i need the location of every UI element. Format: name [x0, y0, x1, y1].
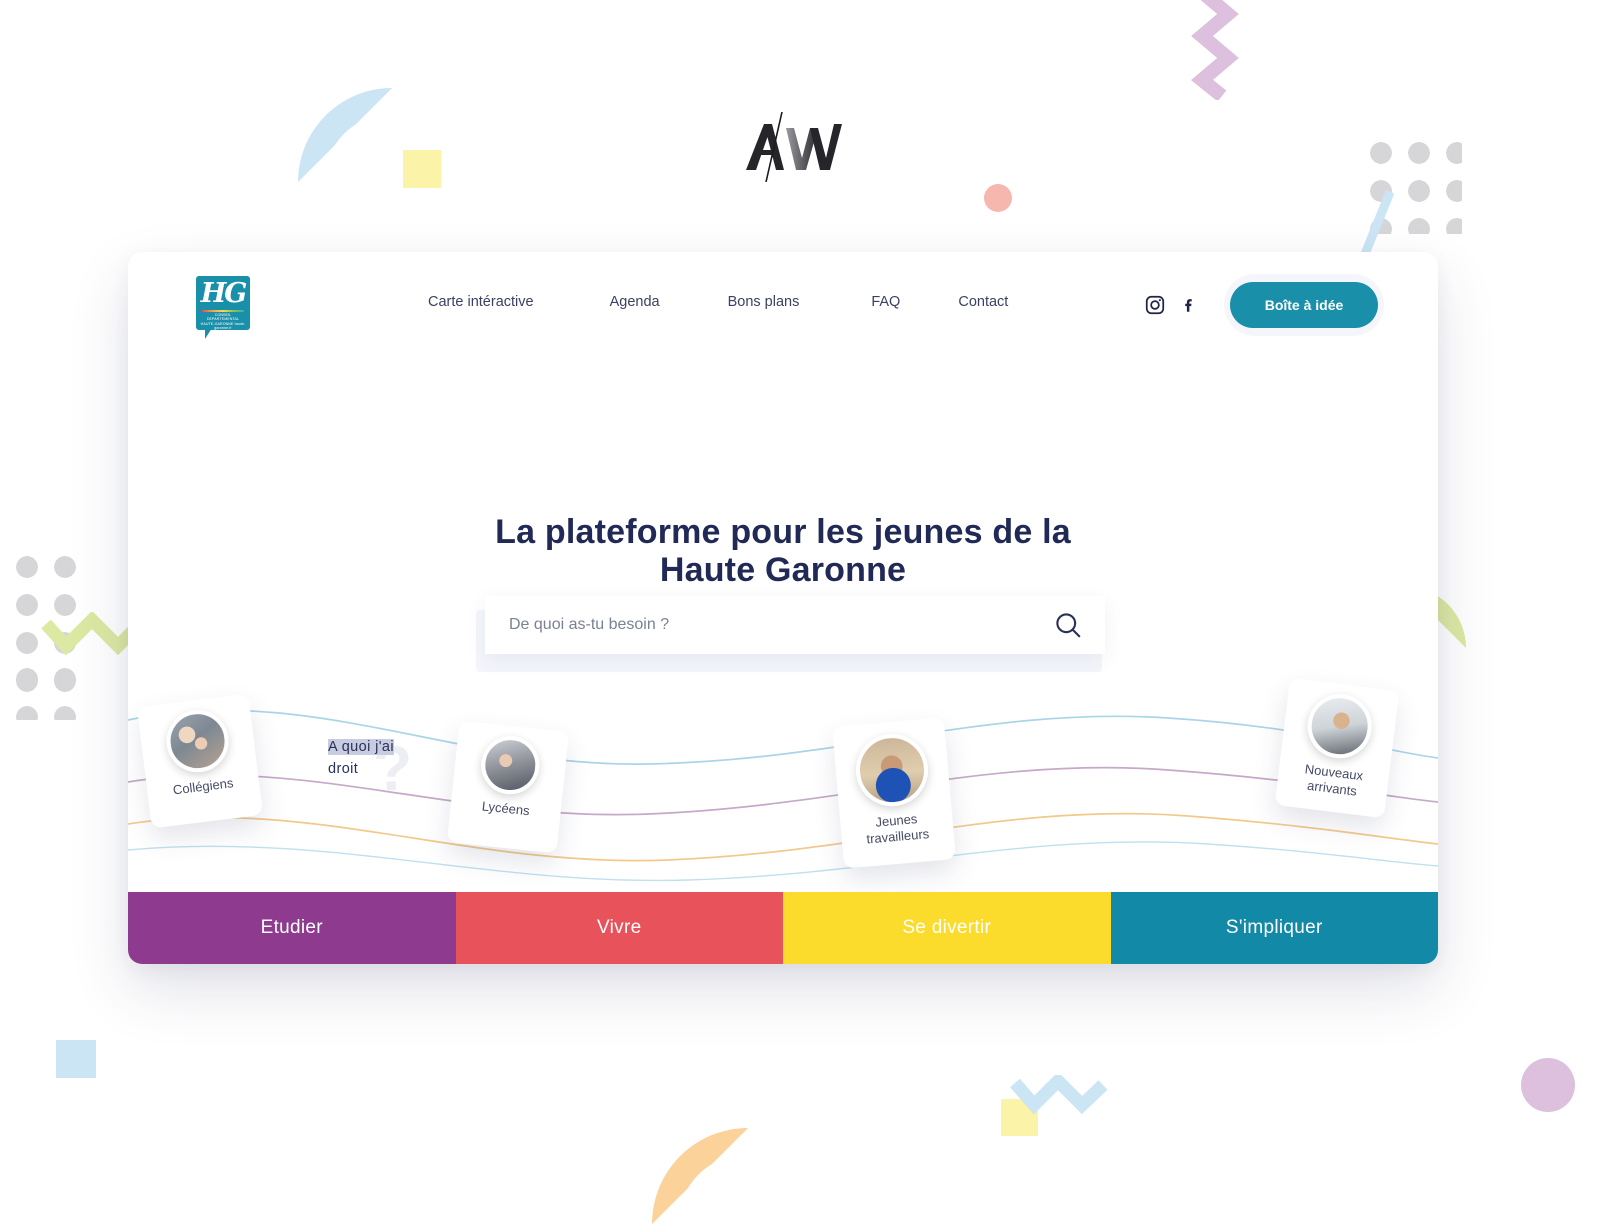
- page-title-line-2: Haute Garonne: [659, 550, 907, 589]
- aw-monogram-logo: [746, 111, 842, 182]
- persona-name-nouveaux-arrivants: Nouveaux arrivants: [1304, 761, 1364, 799]
- site-header: HG CONSEIL DEPARTEMENTAL HAUTE-GARONNE h…: [128, 252, 1438, 357]
- persona-photo-collegiens: [163, 706, 233, 776]
- nav-item-bons-plans[interactable]: Bons plans: [728, 294, 800, 310]
- persona-photo-nouveaux-arrivants: [1304, 690, 1376, 762]
- facebook-icon[interactable]: [1180, 294, 1198, 316]
- category-simpliquer[interactable]: S'impliquer: [1110, 892, 1438, 964]
- persona-name-jeunes-travailleurs: Jeunes travailleurs: [865, 811, 930, 847]
- persona-card-nouveaux-arrivants[interactable]: Nouveaux arrivants: [1274, 677, 1400, 819]
- decor-square-yellow-topleft: [403, 150, 441, 188]
- decor-circle-purple-bottomright: [1521, 1058, 1575, 1112]
- category-etudier[interactable]: Etudier: [128, 892, 456, 964]
- decor-circle-salmon-top: [984, 184, 1012, 212]
- nav-item-contact[interactable]: Contact: [958, 294, 1008, 310]
- search-button[interactable]: [1053, 610, 1083, 640]
- logo-subtitle: CONSEIL DEPARTEMENTAL HAUTE-GARONNE haut…: [200, 313, 246, 331]
- persona-photo-lyceens: [478, 733, 543, 797]
- decor-dotgrid-topright: [1362, 134, 1462, 234]
- nav-item-faq[interactable]: FAQ: [871, 294, 900, 310]
- persona-name-lyceens: Lycéens: [481, 798, 531, 819]
- instagram-icon[interactable]: [1144, 294, 1166, 316]
- logo-color-rule: [202, 310, 244, 312]
- page-title-line-1: La plateforme pour les jeunes de la: [495, 512, 1071, 551]
- persona-card-jeunes-travailleurs[interactable]: Jeunes travailleurs: [832, 717, 956, 869]
- decor-arc-blue-topleft: [298, 88, 392, 182]
- cta-button-wrapper: Boîte à idée: [1224, 274, 1384, 336]
- decor-zigzag-purple-topright: [1190, 0, 1239, 100]
- nav-item-carte-interactive[interactable]: Carte intéractive: [428, 294, 534, 310]
- search-icon: [1056, 613, 1081, 638]
- main-nav: Carte intéractive Agenda Bons plans FAQ …: [428, 294, 1008, 310]
- boite-a-idee-button[interactable]: Boîte à idée: [1230, 282, 1378, 328]
- search-box: [485, 596, 1105, 654]
- persona-card-collegiens[interactable]: Collégiens: [136, 693, 264, 829]
- decorative-wave-lines: [128, 709, 1438, 882]
- category-vivre[interactable]: Vivre: [455, 892, 783, 964]
- persona-name-collegiens: Collégiens: [172, 775, 235, 798]
- search-input[interactable]: [507, 615, 1053, 635]
- decor-square-blue-bottomleft: [56, 1040, 96, 1078]
- decor-zigzag-blue-bottom: [1010, 1075, 1108, 1115]
- page-title: La plateforme pour les jeunes de la Haut…: [128, 513, 1438, 589]
- header-actions: Boîte à idée: [1144, 274, 1384, 336]
- nav-item-agenda[interactable]: Agenda: [610, 294, 660, 310]
- category-se-divertir[interactable]: Se divertir: [783, 892, 1111, 964]
- haute-garonne-logo[interactable]: HG CONSEIL DEPARTEMENTAL HAUTE-GARONNE h…: [196, 276, 250, 339]
- decor-dotgrid-left: [8, 548, 88, 713]
- decor-square-yellow-bottom: [1001, 1099, 1038, 1136]
- decor-dotgrid-left-lower: [8, 660, 88, 720]
- category-bar: Etudier Vivre Se divertir S'impliquer: [128, 892, 1438, 964]
- decor-arc-orange-bottom: [652, 1128, 748, 1224]
- persona-card-lyceens[interactable]: Lycéens: [446, 720, 570, 854]
- browser-page-card: HG CONSEIL DEPARTEMENTAL HAUTE-GARONNE h…: [128, 252, 1438, 964]
- persona-photo-jeunes-travailleurs: [852, 731, 931, 810]
- logo-initials: HG: [200, 278, 248, 309]
